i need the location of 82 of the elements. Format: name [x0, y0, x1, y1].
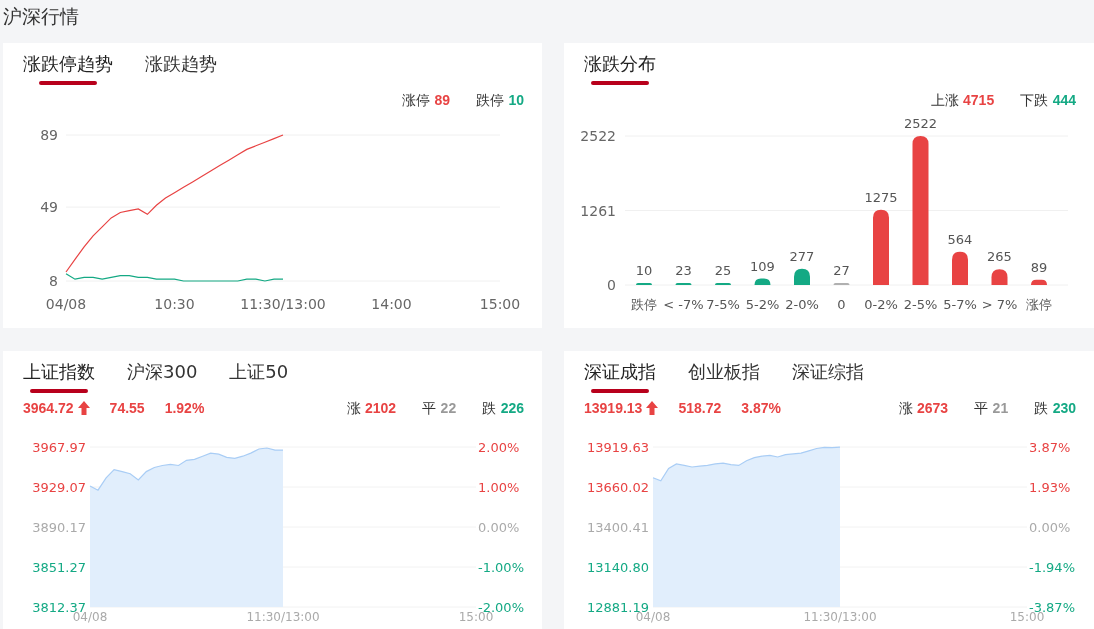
breadth-item: 平 21 [974, 398, 1009, 418]
axis-label: 0 [837, 297, 846, 312]
tab[interactable]: 上证指数 [21, 359, 97, 395]
bar-value-label: 25 [714, 263, 732, 278]
breadth-item: 跌 230 [1034, 398, 1076, 418]
axis-label: 11:30/13:00 [246, 610, 320, 624]
axis-label: 2522 [580, 128, 616, 144]
breadth-item: 涨 2673 [898, 398, 949, 418]
axis-label: 0 [607, 277, 616, 293]
bar-value-label: 564 [947, 231, 973, 247]
axis-label: > 7% [981, 297, 1018, 312]
bar-value-label: 1275 [864, 189, 898, 205]
axis-label: 1.00% [478, 480, 520, 495]
axis-label: 11:30/13:00 [240, 296, 326, 312]
page-title: 沪深行情 [3, 5, 79, 27]
bar-value-label: 10 [635, 263, 653, 278]
tab[interactable]: 上证50 [227, 359, 291, 395]
axis-label: 2.00% [478, 440, 520, 455]
chart-bar [754, 278, 771, 285]
axis-label: -1.94% [1029, 560, 1075, 575]
axis-label: 15:00 [479, 296, 521, 312]
tab[interactable]: 深证综指 [790, 359, 866, 395]
breadth-item: 涨 2102 [346, 398, 397, 418]
axis-label: 13140.80 [586, 560, 649, 575]
axis-label: 04/08 [45, 296, 87, 312]
axis-label: 跌停 [631, 297, 657, 312]
tab[interactable]: 沪深300 [125, 359, 200, 395]
axis-label: -1.00% [478, 560, 524, 575]
bar-value-label: 2522 [903, 118, 938, 131]
axis-label: 5-7% [943, 297, 977, 312]
bar-value-label: 89 [1030, 259, 1048, 275]
breadth-item: 跌 226 [482, 398, 524, 418]
chart-bar [794, 268, 810, 285]
axis-label: 14:00 [371, 296, 412, 312]
tab[interactable]: 涨跌趋势 [143, 51, 219, 87]
chart-bar [991, 269, 1008, 285]
axis-label: 10:30 [154, 296, 195, 312]
index-change: 518.72 [678, 398, 722, 418]
legend-item: 涨停 89 [401, 90, 450, 110]
axis-label: 2-0% [785, 297, 819, 312]
axis-label: 0.00% [1029, 520, 1071, 535]
axis-label: 13660.02 [586, 480, 649, 495]
bar-value-label: 109 [750, 258, 775, 274]
tab[interactable]: 涨跌分布 [582, 51, 658, 87]
axis-label: 11:30/13:00 [803, 610, 877, 624]
axis-label: 13919.63 [586, 440, 649, 455]
axis-label: 3890.17 [32, 520, 86, 535]
axis-label: 7-5% [706, 297, 740, 312]
index-price: 3964.72 [23, 398, 74, 418]
axis-label: 49 [40, 199, 58, 216]
axis-label: < -7% [663, 297, 704, 312]
axis-label: 3851.27 [32, 560, 86, 575]
axis-label: 1.93% [1029, 480, 1071, 495]
bar-value-label: 23 [675, 263, 692, 278]
axis-label: 涨停 [1026, 297, 1052, 312]
bar-value-label: 27 [833, 263, 850, 278]
legend-item: 跌停 10 [475, 90, 524, 110]
legend-item: 下跌 444 [1020, 90, 1076, 110]
bar-value-label: 265 [987, 249, 1012, 265]
legend-item: 上涨 4715 [930, 90, 995, 110]
axis-label: 5-2% [745, 297, 780, 312]
index-percent: 3.87% [741, 398, 781, 418]
breadth-item: 平 22 [422, 398, 457, 418]
tab[interactable]: 深证成指 [582, 359, 658, 395]
index-price: 13919.13 [584, 398, 643, 418]
tab[interactable]: 创业板指 [686, 359, 762, 395]
axis-label: 2-5% [903, 297, 938, 312]
bar-value-label: 277 [789, 248, 815, 264]
chart-bar [1031, 279, 1047, 285]
index-change: 74.55 [109, 398, 145, 418]
tab[interactable]: 涨跌停趋势 [21, 51, 115, 87]
axis-label: 89 [40, 127, 58, 143]
axis-label: 3967.97 [32, 440, 86, 455]
axis-label: 0-2% [864, 297, 898, 312]
axis-label: 3.87% [1029, 440, 1071, 455]
axis-label: 0.00% [478, 520, 520, 535]
axis-label: 13400.41 [586, 520, 649, 535]
chart-bar [952, 251, 968, 285]
index-percent: 1.92% [164, 398, 205, 418]
axis-label: 3929.07 [32, 480, 86, 495]
axis-label: 1261 [580, 202, 616, 219]
axis-label: 8 [49, 273, 58, 289]
